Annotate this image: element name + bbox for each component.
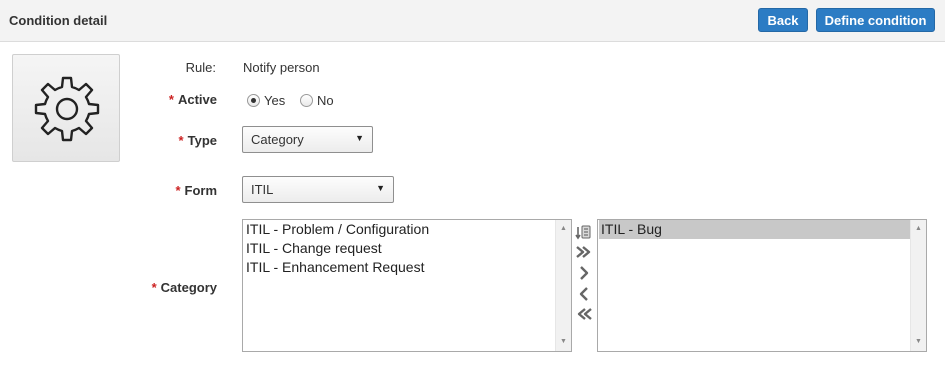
radio-unchecked-icon [300,94,313,107]
list-item[interactable]: ITIL - Change request [244,239,555,258]
move-left-icon[interactable] [575,285,593,303]
sort-icon[interactable] [575,223,593,241]
active-no-radio[interactable]: No [300,93,334,108]
define-condition-button[interactable]: Define condition [816,8,935,32]
list-item-selected[interactable]: ITIL - Bug [599,220,910,239]
list-item[interactable]: ITIL - Problem / Configuration [244,220,555,239]
required-star: * [178,133,184,148]
form-label-text: Form [184,183,218,198]
move-all-left-icon[interactable] [575,305,593,323]
scroll-down-icon[interactable]: ▼ [911,335,926,349]
active-label-text: Active [177,92,217,107]
category-label-text: Category [160,280,217,295]
scroll-down-icon[interactable]: ▼ [556,335,571,349]
move-right-icon[interactable] [575,264,593,282]
scroll-up-icon[interactable]: ▲ [911,222,926,236]
condition-icon-box [12,54,120,162]
scrollbar[interactable]: ▲ ▼ [910,220,926,351]
required-star: * [168,92,174,107]
active-no-label: No [317,93,334,108]
type-label-text: Type [187,133,217,148]
gear-icon [34,76,100,142]
required-star: * [151,280,157,295]
list-item[interactable]: ITIL - Enhancement Request [244,258,555,277]
move-all-right-icon[interactable] [575,243,593,261]
active-label: * Active [140,92,217,107]
back-button[interactable]: Back [758,8,808,32]
form-select[interactable]: ITIL ▼ [242,176,394,203]
rule-label: Rule: [185,60,216,75]
page-title: Condition detail [9,13,108,28]
active-yes-radio[interactable]: Yes [247,93,285,108]
form-selected-value: ITIL [251,182,274,197]
type-selected-value: Category [251,132,304,147]
type-label: * Type [140,133,217,148]
dropdown-arrow-icon: ▼ [376,183,385,193]
form-label: * Form [140,183,217,198]
selected-categories-list[interactable]: ITIL - Bug ▲ ▼ [597,219,927,352]
radio-checked-icon [247,94,260,107]
scroll-up-icon[interactable]: ▲ [556,222,571,236]
header-bar: Condition detail Back Define condition [0,0,945,42]
category-label: * Category [140,280,217,295]
rule-value: Notify person [243,60,320,75]
required-star: * [175,183,181,198]
scrollbar[interactable]: ▲ ▼ [555,220,571,351]
dropdown-arrow-icon: ▼ [355,133,364,143]
available-categories-list[interactable]: ITIL - Problem / Configuration ITIL - Ch… [242,219,572,352]
active-yes-label: Yes [264,93,286,108]
type-select[interactable]: Category ▼ [242,126,373,153]
